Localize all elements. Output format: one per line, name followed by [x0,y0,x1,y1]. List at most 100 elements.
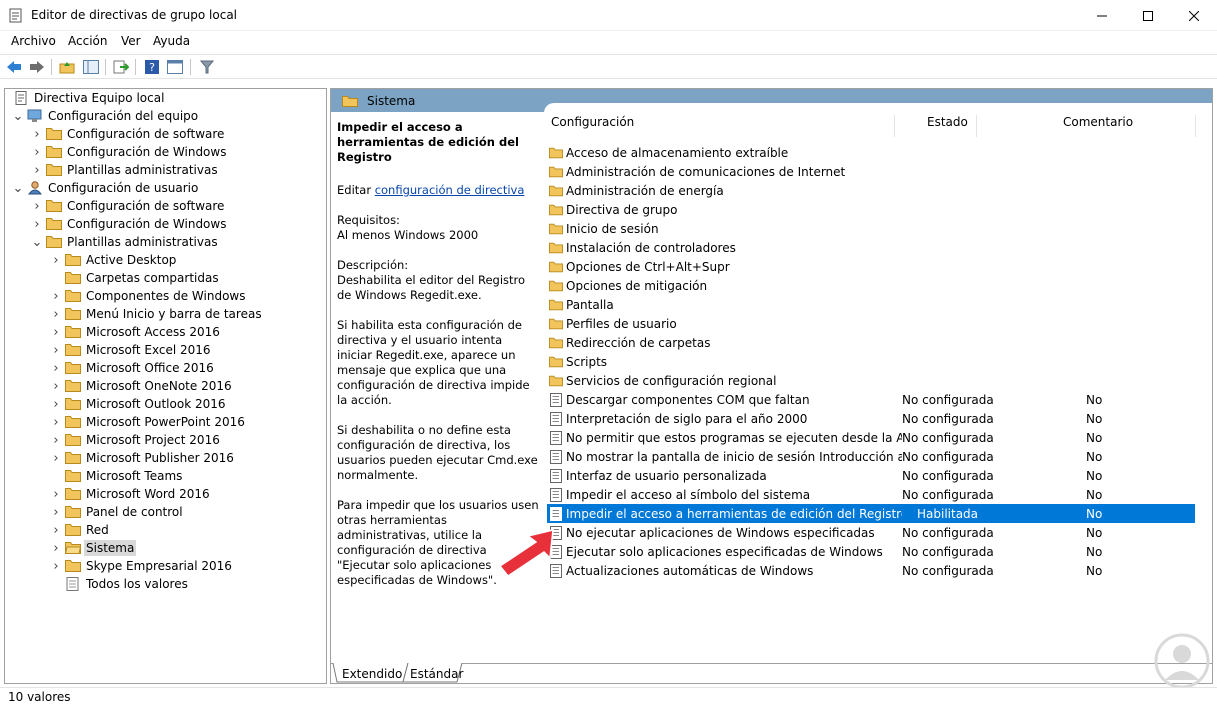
expand-chevron-icon[interactable]: › [30,215,44,233]
maximize-button[interactable] [1125,0,1171,31]
show-tree-button[interactable] [82,58,100,76]
menu-ayuda[interactable]: Ayuda [153,34,190,48]
tab-estandar[interactable]: Estándar [410,667,463,681]
collapse-chevron-icon[interactable]: ⌄ [11,107,25,125]
tree-node[interactable]: › Menú Inicio y barra de tareas [49,305,264,323]
tree-node[interactable]: › Microsoft Publisher 2016 [49,449,236,467]
expand-chevron-icon[interactable]: › [49,503,63,521]
expand-chevron-icon[interactable]: › [30,161,44,179]
folder-row[interactable]: Pantalla [547,295,1195,314]
tree-node[interactable]: › Microsoft PowerPoint 2016 [49,413,247,431]
tree-node[interactable]: › Panel de control [49,503,185,521]
tree-node[interactable]: › Microsoft Outlook 2016 [49,395,228,413]
tree-node[interactable]: Directiva Equipo local [11,89,166,107]
folder-row[interactable]: Administración de comunicaciones de Inte… [547,162,1195,181]
folder-row[interactable]: Servicios de configuración regional [547,371,1195,390]
column-divider[interactable] [1195,115,1196,137]
tree-node[interactable]: Todos los valores [49,575,190,593]
tree-node[interactable]: › Componentes de Windows [49,287,248,305]
setting-name: Scripts [566,354,608,369]
folder-row[interactable]: Instalación de controladores [547,238,1195,257]
folder-row[interactable]: Directiva de grupo [547,200,1195,219]
collapse-chevron-icon[interactable]: ⌄ [11,179,25,197]
tree-node[interactable]: › Red [49,521,111,539]
setting-row[interactable]: Impedir el acceso a herramientas de edic… [547,504,1195,523]
expand-chevron-icon[interactable]: › [49,413,63,431]
tree-node[interactable]: › Configuración de software [30,197,226,215]
expand-chevron-icon[interactable]: › [49,359,63,377]
column-header-estado[interactable]: Estado [927,115,968,129]
menu-ver[interactable]: Ver [121,34,141,48]
filter-button[interactable] [198,58,216,76]
tree-node[interactable]: › Plantillas administrativas [30,161,220,179]
help-button[interactable]: ? [143,58,161,76]
tree-node[interactable]: Microsoft Teams [49,467,184,485]
minimize-button[interactable] [1079,0,1125,31]
setting-row[interactable]: No ejecutar aplicaciones de Windows espe… [547,523,1195,542]
tree-node[interactable]: › Microsoft Office 2016 [49,359,216,377]
edit-policy-link[interactable]: configuración de directiva [375,183,525,197]
collapse-chevron-icon[interactable]: ⌄ [30,233,44,251]
menu-archivo[interactable]: Archivo [11,34,56,48]
setting-row[interactable]: Ejecutar solo aplicaciones especificadas… [547,542,1195,561]
up-level-button[interactable] [58,58,76,76]
folder-row[interactable]: Inicio de sesión [547,219,1195,238]
close-button[interactable] [1171,0,1217,31]
tree-node[interactable]: › Microsoft Project 2016 [49,431,222,449]
tree-node[interactable]: › Configuración de Windows [30,215,228,233]
folder-row[interactable]: Redirección de carpetas [547,333,1195,352]
tree-node[interactable]: › Sistema [49,539,137,557]
export-button[interactable] [112,58,130,76]
tree-node[interactable]: › Configuración de Windows [30,143,228,161]
expand-chevron-icon[interactable]: › [49,251,63,269]
setting-row[interactable]: Impedir el acceso al símbolo del sistema… [547,485,1195,504]
tree-node[interactable]: › Microsoft Word 2016 [49,485,212,503]
tree-node[interactable]: › Microsoft Excel 2016 [49,341,213,359]
properties-button[interactable] [166,58,184,76]
expand-chevron-icon[interactable]: › [30,143,44,161]
folder-row[interactable]: Opciones de Ctrl+Alt+Supr [547,257,1195,276]
tree-node[interactable]: ⌄ Configuración del equipo [11,107,200,125]
folder-row[interactable]: Acceso de almacenamiento extraíble [547,143,1195,162]
tree-node[interactable]: › Microsoft OneNote 2016 [49,377,234,395]
tree-node[interactable]: ⌄ Configuración de usuario [11,179,200,197]
expand-chevron-icon[interactable]: › [49,521,63,539]
expand-chevron-icon[interactable]: › [49,341,63,359]
expand-chevron-icon[interactable]: › [49,323,63,341]
expand-chevron-icon[interactable]: › [49,305,63,323]
setting-row[interactable]: No permitir que estos programas se ejecu… [547,428,1195,447]
expand-chevron-icon[interactable]: › [49,557,63,575]
expand-chevron-icon[interactable]: › [49,287,63,305]
tree-node[interactable]: Carpetas compartidas [49,269,221,287]
tree-node[interactable]: › Active Desktop [49,251,178,269]
tree-node[interactable]: ⌄ Plantillas administrativas [30,233,220,251]
menu-accion[interactable]: Acción [68,34,107,48]
expand-chevron-icon[interactable]: › [49,449,63,467]
back-button[interactable] [5,58,23,76]
column-divider[interactable] [894,115,895,137]
setting-row[interactable]: Descargar componentes COM que faltan No c… [547,390,1195,409]
expand-chevron-icon[interactable]: › [49,395,63,413]
tree-node[interactable]: › Configuración de software [30,125,226,143]
folder-row[interactable]: Perfiles de usuario [547,314,1195,333]
expand-chevron-icon[interactable]: › [49,485,63,503]
expand-chevron-icon[interactable]: › [49,539,63,557]
setting-row[interactable]: No mostrar la pantalla de inicio de sesi… [547,447,1195,466]
folder-row[interactable]: Administración de energía [547,181,1195,200]
expand-chevron-icon[interactable]: › [30,197,44,215]
forward-button[interactable] [28,58,46,76]
setting-row[interactable]: Interfaz de usuario personalizada No conf… [547,466,1195,485]
folder-row[interactable]: Scripts [547,352,1195,371]
expand-chevron-icon[interactable]: › [49,377,63,395]
column-header-comentario[interactable]: Comentario [1063,115,1133,129]
expand-chevron-icon[interactable]: › [49,431,63,449]
expand-chevron-icon[interactable]: › [30,125,44,143]
column-header-configuracion[interactable]: Configuración [551,115,634,129]
tree-node[interactable]: › Skype Empresarial 2016 [49,557,234,575]
column-divider[interactable] [976,115,977,137]
setting-row[interactable]: Interpretación de siglo para el año 2000… [547,409,1195,428]
setting-row[interactable]: Actualizaciones automáticas de Windows No… [547,561,1195,580]
tab-extendido[interactable]: Extendido [342,667,402,681]
tree-node[interactable]: › Microsoft Access 2016 [49,323,222,341]
folder-row[interactable]: Opciones de mitigación [547,276,1195,295]
